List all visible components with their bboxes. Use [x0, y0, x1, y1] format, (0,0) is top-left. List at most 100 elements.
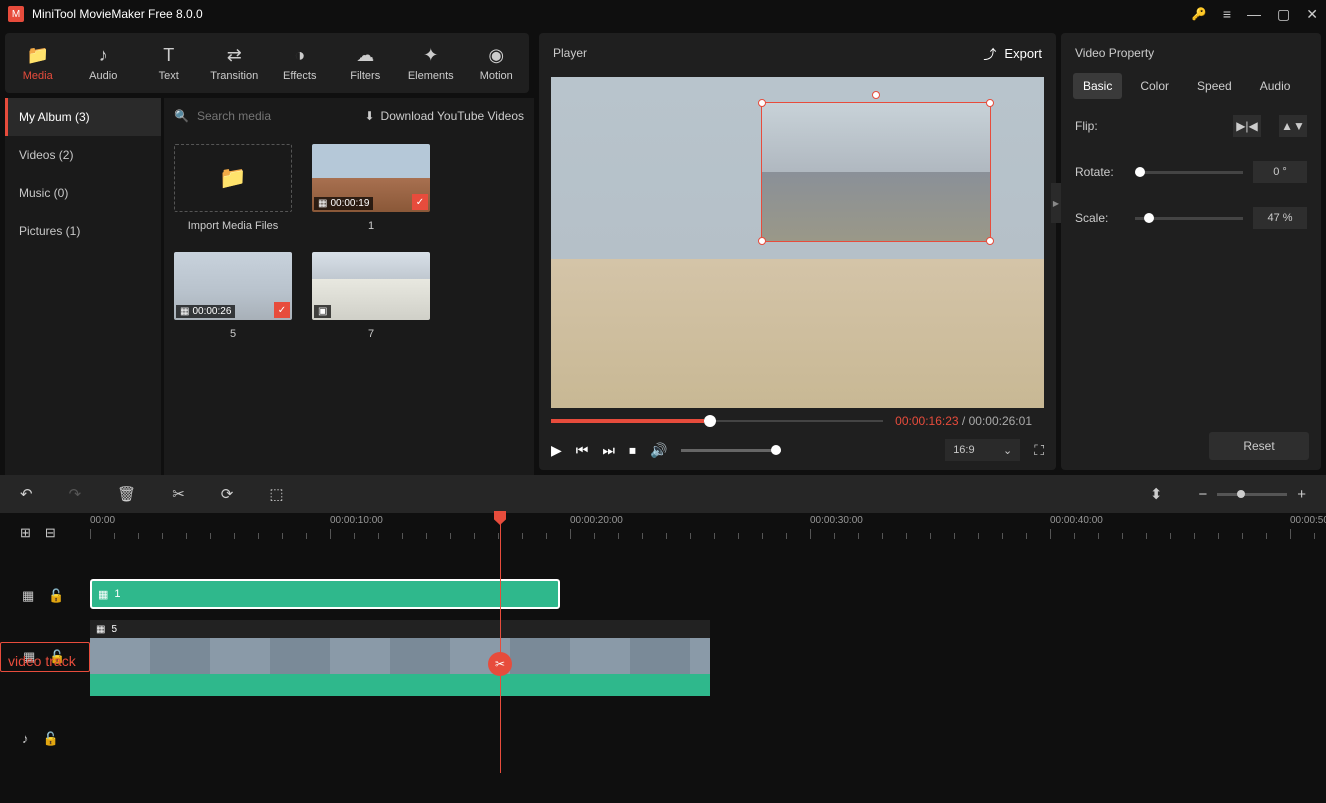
close-button[interactable]: ✕ [1306, 6, 1318, 23]
player-viewport[interactable] [551, 77, 1044, 408]
remove-track-button[interactable]: ⊟ [45, 525, 56, 541]
app-logo: M [8, 6, 24, 22]
volume-icon[interactable]: 🔊 [650, 442, 667, 459]
property-panel: ▶ Video Property Basic Color Speed Audio… [1061, 33, 1321, 470]
tab-motion[interactable]: ◉Motion [464, 33, 530, 93]
timeline-ruler[interactable]: 00:0000:00:10:0000:00:20:0000:00:30:0000… [90, 513, 1326, 553]
download-youtube-link[interactable]: ⬇Download YouTube Videos [364, 109, 524, 123]
time-total: 00:00:26:01 [969, 414, 1032, 428]
effects-icon: ◑ [294, 45, 305, 66]
stop-button[interactable]: ⏹ [629, 442, 636, 459]
tab-effects[interactable]: ◑Effects [267, 33, 333, 93]
lock-icon[interactable]: 🔓 [48, 588, 64, 604]
time-current: 00:00:16:23 [895, 414, 958, 428]
playhead[interactable] [500, 513, 501, 773]
snap-button[interactable]: ⬍ [1150, 485, 1163, 503]
music-icon: ♪ [99, 45, 108, 66]
chevron-down-icon: ⌄ [1003, 444, 1012, 457]
property-title: Video Property [1061, 33, 1321, 73]
video-track-annotation: video track [8, 653, 76, 669]
tab-audio[interactable]: ♪Audio [71, 33, 137, 93]
sidebar-item-pictures[interactable]: Pictures (1) [5, 212, 161, 250]
scale-label: Scale: [1075, 211, 1135, 225]
sidebar-item-videos[interactable]: Videos (2) [5, 136, 161, 174]
media-thumb-7[interactable]: ▣ 7 [312, 252, 430, 340]
video-track-icon: ▦ [22, 588, 34, 604]
check-icon: ✓ [274, 302, 290, 318]
lock-icon[interactable]: 🔓 [43, 731, 59, 747]
sidebar-item-myalbum[interactable]: My Album (3) [5, 98, 161, 136]
film-icon: ▦ [98, 588, 108, 601]
elements-icon: ✦ [423, 45, 438, 66]
prop-tab-speed[interactable]: Speed [1187, 73, 1242, 99]
check-icon: ✓ [412, 194, 428, 210]
media-thumb-1[interactable]: ▦00:00:19✓ 1 [312, 144, 430, 232]
flip-label: Flip: [1075, 119, 1135, 133]
play-button[interactable]: ▶ [551, 442, 562, 459]
player-title: Player [553, 46, 983, 60]
zoom-out-button[interactable]: − [1198, 486, 1207, 503]
film-icon: ▦ [96, 624, 105, 635]
redo-button[interactable]: ↷ [69, 485, 82, 503]
import-media-button[interactable]: 📁 Import Media Files [174, 144, 292, 232]
aspect-ratio-select[interactable]: 16:9⌄ [945, 439, 1020, 461]
panel-collapse-button[interactable]: ▶ [1051, 183, 1061, 223]
motion-icon: ◉ [488, 45, 504, 66]
zoom-slider[interactable] [1217, 493, 1287, 496]
reset-button[interactable]: Reset [1209, 432, 1309, 460]
prop-tab-color[interactable]: Color [1130, 73, 1179, 99]
add-track-button[interactable]: ⊞ [20, 525, 31, 541]
menu-icon[interactable]: ≡ [1223, 6, 1231, 22]
titlebar: M MiniTool MovieMaker Free 8.0.0 🔑 ≡ — ▢… [0, 0, 1326, 28]
cut-marker[interactable]: ✂ [488, 652, 512, 676]
rotate-slider[interactable] [1135, 171, 1243, 174]
pip-overlay[interactable] [761, 102, 991, 242]
scale-slider[interactable] [1135, 217, 1243, 220]
download-icon: ⬇ [364, 109, 374, 123]
rotate-label: Rotate: [1075, 165, 1135, 179]
speed-button[interactable]: ⟳ [221, 485, 234, 503]
rotate-value[interactable]: 0 ° [1253, 161, 1307, 183]
app-title: MiniTool MovieMaker Free 8.0.0 [32, 7, 1192, 21]
split-button[interactable]: ✂ [172, 485, 185, 503]
flip-vertical-button[interactable]: ▲▼ [1279, 115, 1307, 137]
tab-filters[interactable]: ☁Filters [333, 33, 399, 93]
player-controls: ▶ ⏮ ⏭ ⏹ 🔊 16:9⌄ ⛶ [539, 430, 1056, 470]
timeline-clip-1[interactable]: ▦1 [90, 579, 560, 609]
crop-button[interactable]: ⬚ [269, 485, 283, 503]
timeline-clip-5[interactable]: ▦5 [90, 620, 710, 696]
media-sidebar: My Album (3) Videos (2) Music (0) Pictur… [5, 98, 161, 475]
search-input[interactable] [197, 109, 357, 123]
export-button[interactable]: ⤴Export [983, 44, 1042, 63]
volume-slider[interactable] [681, 449, 781, 452]
minimize-button[interactable]: — [1247, 6, 1261, 22]
folder-icon: 📁 [219, 165, 246, 191]
export-icon: ⤴ [983, 44, 996, 63]
tab-media[interactable]: 📁Media [5, 33, 71, 93]
prop-tab-audio[interactable]: Audio [1250, 73, 1301, 99]
prop-tab-basic[interactable]: Basic [1073, 73, 1122, 99]
tab-elements[interactable]: ✦Elements [398, 33, 464, 93]
media-thumb-5[interactable]: ▦00:00:26✓ 5 [174, 252, 292, 340]
scale-value[interactable]: 47 % [1253, 207, 1307, 229]
player-panel: Player ⤴Export 00:00:16:23 / 00:00:26:01… [539, 33, 1056, 470]
maximize-button[interactable]: ▢ [1277, 6, 1290, 23]
fullscreen-button[interactable]: ⛶ [1034, 442, 1044, 459]
zoom-in-button[interactable]: + [1297, 486, 1306, 503]
film-icon: ▦ [180, 306, 189, 317]
tab-transition[interactable]: ⇄Transition [202, 33, 268, 93]
filters-icon: ☁ [356, 45, 374, 66]
key-icon[interactable]: 🔑 [1192, 7, 1207, 21]
flip-horizontal-button[interactable]: ▶|◀ [1233, 115, 1261, 137]
image-icon: ▣ [318, 306, 327, 317]
text-icon: T [163, 45, 174, 66]
main-toolbar: 📁Media ♪Audio TText ⇄Transition ◑Effects… [5, 33, 529, 93]
tab-text[interactable]: TText [136, 33, 202, 93]
transition-icon: ⇄ [227, 45, 242, 66]
next-frame-button[interactable]: ⏭ [602, 442, 615, 459]
delete-button[interactable]: 🗑 [117, 485, 136, 503]
sidebar-item-music[interactable]: Music (0) [5, 174, 161, 212]
undo-button[interactable]: ↶ [20, 485, 33, 503]
prev-frame-button[interactable]: ⏮ [576, 442, 589, 459]
audio-track-icon: ♪ [22, 731, 29, 746]
